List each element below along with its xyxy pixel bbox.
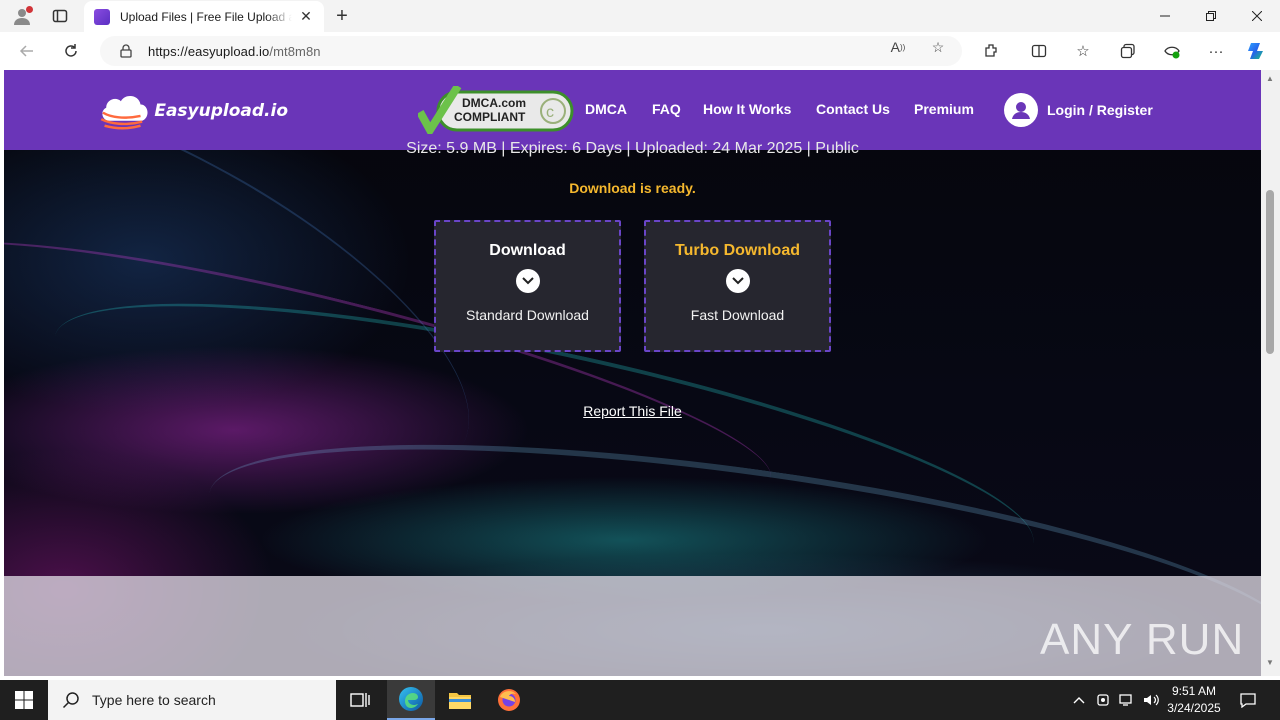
chevron-up-icon: [1073, 697, 1085, 704]
site-favicon-icon: [94, 8, 110, 25]
windows-logo-icon: [15, 691, 33, 709]
profile-button[interactable]: [8, 4, 36, 28]
browser-toolbar: https://easyupload.io/mt8m8n A)) ☆ ☆ ···: [0, 32, 1280, 70]
restore-icon: [1206, 11, 1216, 21]
tab-close-icon[interactable]: ✕: [298, 8, 314, 25]
more-menu-icon[interactable]: ···: [1205, 41, 1227, 61]
taskbar-clock[interactable]: 9:51 AM 3/24/2025: [1160, 683, 1228, 717]
split-screen-icon[interactable]: [1028, 41, 1050, 61]
task-view-icon: [350, 693, 370, 707]
turbo-download-title: Turbo Download: [674, 242, 800, 259]
anyrun-watermark: ANY RUN: [1040, 610, 1244, 670]
edge-icon: [399, 687, 423, 711]
favorites-icon[interactable]: ☆: [1072, 41, 1094, 61]
back-arrow-icon: [19, 45, 33, 57]
login-register-label: Login / Register: [1047, 102, 1153, 118]
user-avatar-icon: [1004, 93, 1038, 127]
taskbar-search-box[interactable]: Type here to search: [48, 680, 336, 720]
minimize-button[interactable]: [1142, 0, 1188, 32]
browser-titlebar: Upload Files | Free File Upload and Shar…: [0, 0, 1280, 32]
url-text[interactable]: https://easyupload.io/mt8m8n: [148, 44, 321, 59]
dmca-badge[interactable]: c DMCA.com COMPLIANT: [416, 83, 574, 138]
nav-how-it-works[interactable]: How It Works: [703, 101, 791, 117]
standard-download-button[interactable]: Download Standard Download: [434, 220, 621, 352]
standard-download-subtitle: Standard Download: [466, 307, 589, 323]
taskbar: Type here to search 9:51 AM 3/24/2025: [0, 680, 1280, 720]
report-file-link[interactable]: Report This File: [4, 403, 1261, 419]
download-status: Download is ready.: [569, 180, 696, 196]
restore-button[interactable]: [1188, 0, 1234, 32]
browser-essentials-icon[interactable]: [1161, 41, 1183, 61]
show-hidden-icons-button[interactable]: [1068, 680, 1090, 720]
tab-active[interactable]: Upload Files | Free File Upload and Shar…: [84, 1, 324, 32]
folder-icon: [449, 693, 471, 709]
site-header: Easyupload.io c DMCA.com COMPLIANT DMCA …: [4, 70, 1261, 150]
svg-text:c: c: [546, 104, 554, 121]
back-button[interactable]: [14, 39, 40, 63]
refresh-button[interactable]: [58, 39, 84, 63]
scroll-up-icon[interactable]: ▲: [1265, 74, 1275, 84]
turbo-download-subtitle: Fast Download: [690, 307, 785, 323]
search-placeholder: Type here to search: [92, 692, 216, 708]
meet-now-icon[interactable]: [1092, 680, 1114, 720]
notification-center-button[interactable]: [1234, 680, 1262, 720]
refresh-icon: [65, 44, 77, 57]
file-meta-text: Size: 5.9 MB | Expires: 6 Days | Uploade…: [406, 140, 859, 157]
site-logo[interactable]: Easyupload.io: [98, 83, 288, 139]
firefox-icon: [498, 689, 520, 711]
page-scrollbar[interactable]: ▲ ▼: [1261, 70, 1280, 676]
cloud-logo-icon: [100, 95, 148, 130]
chevron-down-icon: [725, 269, 750, 293]
dmca-line1: DMCA.com: [462, 96, 527, 110]
clock-time: 9:51 AM: [1171, 684, 1217, 698]
scrollbar-thumb[interactable]: [1266, 190, 1274, 354]
watermark-text: ANY RUN: [1040, 615, 1245, 664]
collections-icon[interactable]: [1117, 41, 1139, 61]
logo-text: Easyupload.io: [154, 101, 288, 121]
favorite-star-icon[interactable]: ☆: [928, 38, 948, 56]
new-tab-button[interactable]: +: [330, 4, 354, 28]
page-background: Easyupload.io c DMCA.com COMPLIANT DMCA …: [4, 70, 1261, 676]
standard-download-title: Download: [489, 242, 566, 259]
notification-icon: [1240, 693, 1256, 708]
nav-contact-us[interactable]: Contact Us: [816, 101, 890, 117]
network-icon[interactable]: [1116, 680, 1138, 720]
address-bar[interactable]: https://easyupload.io/mt8m8n: [100, 36, 962, 66]
url-host: https://easyupload.io: [148, 43, 270, 59]
start-button[interactable]: [0, 680, 48, 720]
lock-icon[interactable]: [118, 43, 134, 59]
taskbar-firefox[interactable]: [485, 680, 533, 720]
nav-faq[interactable]: FAQ: [652, 101, 681, 117]
nav-premium[interactable]: Premium: [914, 101, 974, 117]
clock-date: 3/24/2025: [1167, 701, 1221, 715]
taskbar-file-explorer[interactable]: [436, 680, 484, 720]
turbo-download-button[interactable]: Turbo Download Fast Download: [644, 220, 831, 352]
nav-dmca[interactable]: DMCA: [585, 101, 627, 117]
chevron-down-icon: [515, 269, 540, 293]
minimize-icon: [1160, 15, 1170, 17]
close-window-button[interactable]: [1234, 0, 1280, 32]
read-aloud-icon[interactable]: A)): [888, 38, 908, 56]
login-register-link[interactable]: Login / Register: [1004, 93, 1153, 127]
extensions-icon[interactable]: [980, 41, 1002, 61]
dmca-line2: COMPLIANT: [454, 110, 526, 124]
url-path: /mt8m8n: [269, 43, 321, 59]
page-viewport: Easyupload.io c DMCA.com COMPLIANT DMCA …: [0, 70, 1280, 680]
close-icon: [1252, 11, 1262, 21]
scroll-down-icon[interactable]: ▼: [1265, 658, 1275, 668]
tab-actions-icon: [52, 9, 68, 23]
search-icon: [62, 692, 79, 709]
taskbar-edge[interactable]: [387, 680, 435, 720]
tab-actions-button[interactable]: [46, 4, 74, 28]
task-view-button[interactable]: [336, 680, 384, 720]
volume-icon[interactable]: [1140, 680, 1162, 720]
copilot-icon[interactable]: [1246, 41, 1268, 61]
notification-dot: [26, 6, 33, 13]
tab-title: Upload Files | Free File Upload and Shar…: [120, 9, 292, 24]
